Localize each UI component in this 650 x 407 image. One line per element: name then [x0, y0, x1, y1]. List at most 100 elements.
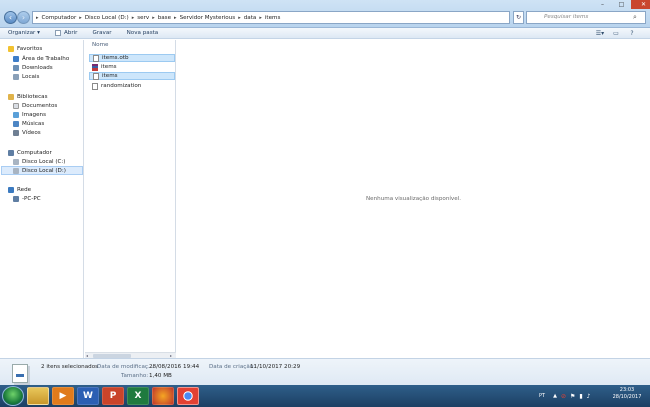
nav-pc[interactable]: -PC-PC	[13, 194, 41, 203]
file-name: items.otb	[102, 55, 129, 61]
close-button[interactable]: ✕	[631, 0, 650, 9]
nav-desktop[interactable]: Área de Trabalho	[13, 54, 69, 63]
nav-downloads[interactable]: Downloads	[13, 63, 53, 72]
nav-label: Músicas	[22, 120, 45, 127]
nav-favorites[interactable]: Favoritos	[8, 44, 42, 53]
nav-places[interactable]: Locais	[13, 72, 39, 81]
nav-disk-d[interactable]: Disco Local (D:)	[1, 166, 83, 175]
nav-label: Locais	[22, 73, 40, 80]
view-options-icon[interactable]: ☰▾	[594, 29, 606, 38]
maximize-button[interactable]: □	[612, 0, 631, 9]
selection-count: 2 itens selecionados	[41, 364, 99, 370]
chevron-right-icon[interactable]: ▸	[152, 15, 155, 21]
computer-icon	[13, 195, 19, 202]
nav-videos[interactable]: Vídeos	[13, 128, 41, 137]
start-button[interactable]	[2, 386, 24, 406]
explorer-taskbar-icon[interactable]	[27, 387, 49, 405]
created-value: 11/10/2017 20:29	[250, 364, 301, 370]
chrome-taskbar-icon[interactable]	[177, 387, 199, 405]
chevron-right-icon[interactable]: ▸	[259, 15, 262, 21]
window-controls: – □ ✕	[593, 0, 650, 9]
clock-time: 23:03	[619, 387, 635, 393]
refresh-icon[interactable]: ↻	[513, 11, 524, 24]
nav-music[interactable]: Músicas	[13, 119, 44, 128]
file-name: items	[101, 64, 117, 70]
nav-computer[interactable]: Computador	[8, 148, 52, 157]
forward-button[interactable]: ›	[17, 11, 30, 24]
music-icon	[13, 120, 19, 127]
drive-icon	[13, 167, 19, 174]
nav-disk-c[interactable]: Disco Local (C:)	[13, 157, 65, 166]
media-player-taskbar-icon[interactable]: ▶	[52, 387, 74, 405]
text-file-icon	[92, 82, 98, 90]
created-label: Data de criação:	[209, 364, 256, 370]
preview-message: Nenhuma visualização disponível.	[365, 196, 462, 202]
breadcrumb-items[interactable]: items	[265, 15, 281, 21]
nav-label: Documentos	[22, 102, 58, 109]
chevron-right-icon[interactable]: ▸	[174, 15, 177, 21]
breadcrumb-data[interactable]: data	[244, 15, 257, 21]
volume-icon[interactable]: ♪	[587, 393, 591, 400]
desktop-icon	[13, 55, 19, 62]
breadcrumb-disk-d[interactable]: Disco Local (D:)	[85, 15, 129, 21]
chevron-right-icon[interactable]: ▸	[79, 15, 82, 21]
nav-network[interactable]: Rede	[8, 185, 31, 194]
breadcrumb-servidor[interactable]: Servidor Mysterious	[180, 15, 236, 21]
network-tray-icon[interactable]: ▮	[579, 393, 582, 400]
new-folder-button[interactable]: Nova pasta	[127, 30, 159, 36]
breadcrumb-serv[interactable]: serv	[137, 15, 149, 21]
save-button[interactable]: Gravar	[92, 30, 111, 36]
files-icon	[12, 364, 28, 383]
search-icon[interactable]: ⌕	[633, 13, 637, 22]
nav-images[interactable]: Imagens	[13, 110, 46, 119]
list-item[interactable]: randomization	[89, 82, 175, 90]
command-bar: Organizar ▾ Abrir Gravar Nova pasta	[0, 28, 650, 39]
powerpoint-taskbar-icon[interactable]: P	[102, 387, 124, 405]
clock[interactable]: 23:03 28/10/2017	[608, 387, 646, 401]
images-icon	[13, 111, 19, 118]
list-item[interactable]: items.otb	[89, 54, 175, 62]
breadcrumb-base[interactable]: base	[158, 15, 171, 21]
computer-icon	[8, 149, 14, 156]
nav-label: Vídeos	[22, 129, 41, 136]
preview-pane: Nenhuma visualização disponível.	[177, 40, 650, 358]
nav-label: Área de Trabalho	[22, 55, 70, 62]
nav-libraries[interactable]: Bibliotecas	[8, 92, 48, 101]
list-item[interactable]: items	[89, 63, 175, 71]
file-icon	[93, 72, 99, 80]
nav-documents[interactable]: Documentos	[13, 101, 57, 110]
nav-label: Rede	[17, 186, 32, 193]
flag-icon[interactable]: ⚑	[570, 393, 575, 400]
star-icon	[8, 45, 14, 52]
address-bar[interactable]: ▸ Computador ▸ Disco Local (D:) ▸ serv ▸…	[32, 11, 510, 24]
chevron-right-icon[interactable]: ▸	[238, 15, 241, 21]
column-header-name[interactable]: Nome	[92, 42, 109, 48]
alert-icon[interactable]: ⊘	[561, 393, 566, 400]
language-indicator[interactable]: PT	[539, 393, 545, 399]
modified-value: 28/08/2016 19:44	[149, 364, 200, 370]
clock-date: 28/10/2017	[612, 394, 642, 400]
excel-taskbar-icon[interactable]: X	[127, 387, 149, 405]
preview-pane-icon[interactable]: ▭	[610, 29, 622, 38]
back-button[interactable]: ‹	[4, 11, 17, 24]
file-list: Nome items.otb items items randomization	[85, 40, 176, 358]
size-label: Tamanho:	[121, 373, 149, 379]
list-item[interactable]: items	[89, 72, 175, 80]
firefox-taskbar-icon[interactable]	[152, 387, 174, 405]
chevron-right-icon[interactable]: ▸	[132, 15, 135, 21]
minimize-button[interactable]: –	[593, 0, 612, 9]
organize-button[interactable]: Organizar ▾	[8, 30, 40, 36]
nav-label: -PC-PC	[22, 195, 41, 202]
tray-expand-icon[interactable]: ▲	[553, 393, 557, 399]
modified-label: Data de modificaç...	[97, 364, 154, 370]
archive-icon	[92, 63, 98, 71]
word-taskbar-icon[interactable]: W	[77, 387, 99, 405]
file-name: items	[102, 73, 118, 79]
search-input[interactable]: Pesquisar items	[526, 11, 646, 24]
network-icon	[8, 186, 14, 193]
help-icon[interactable]: ?	[626, 29, 638, 38]
open-label: Abrir	[63, 30, 78, 36]
breadcrumb-computador[interactable]: Computador	[42, 15, 77, 21]
nav-label: Bibliotecas	[17, 93, 48, 100]
open-button[interactable]: Abrir	[54, 30, 78, 36]
